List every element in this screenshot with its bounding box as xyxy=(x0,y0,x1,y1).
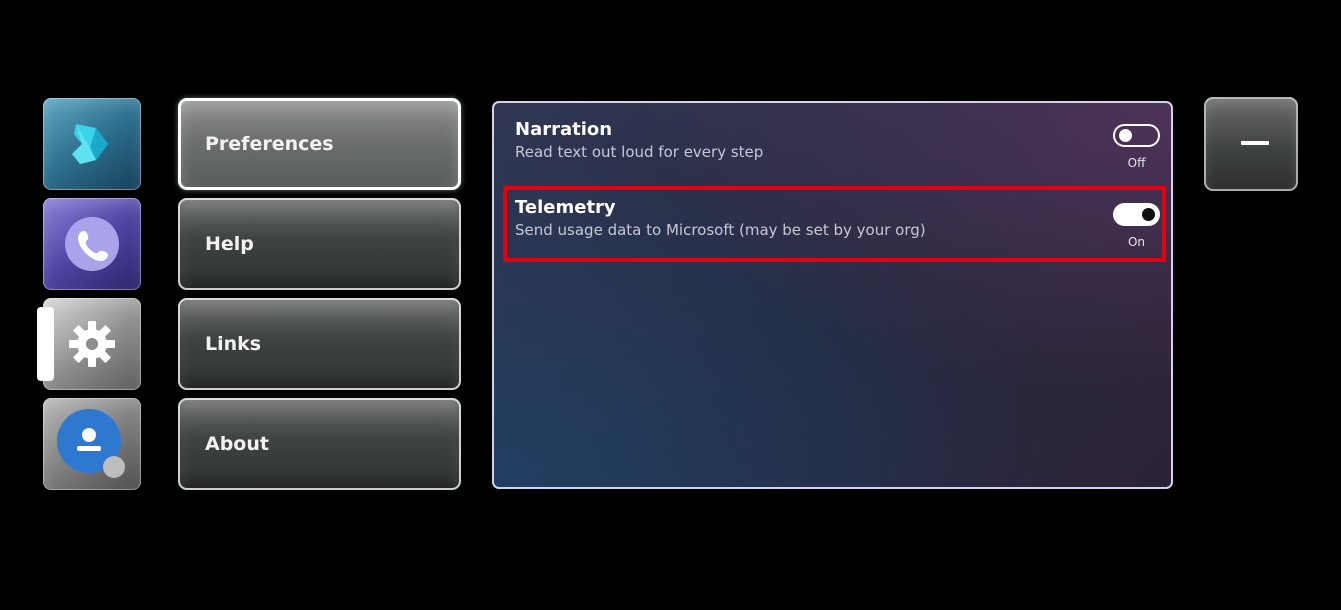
narration-toggle[interactable] xyxy=(1113,124,1160,147)
menu-item-label: Preferences xyxy=(205,133,334,155)
preferences-panel: Narration Read text out loud for every s… xyxy=(492,101,1173,489)
menu-item-label: About xyxy=(205,433,269,455)
minimize-icon xyxy=(1241,141,1269,145)
phone-app-tile[interactable] xyxy=(43,198,141,290)
menu-item-help[interactable]: Help xyxy=(178,198,461,290)
minimize-button[interactable] xyxy=(1204,97,1298,191)
narration-description: Read text out loud for every step xyxy=(515,143,764,161)
active-app-indicator xyxy=(37,307,54,381)
menu-item-label: Help xyxy=(205,233,254,255)
menu-item-links[interactable]: Links xyxy=(178,298,461,390)
menu-item-label: Links xyxy=(205,333,262,355)
settings-app-tile[interactable] xyxy=(43,298,141,390)
phone-icon xyxy=(43,198,141,290)
telemetry-title: Telemetry xyxy=(515,197,616,218)
dynamics-app-tile[interactable] xyxy=(43,98,141,190)
profile-app-tile[interactable] xyxy=(43,398,141,490)
toggle-knob xyxy=(1142,208,1155,221)
menu-item-preferences[interactable]: Preferences xyxy=(178,98,461,190)
menu-item-about[interactable]: About xyxy=(178,398,461,490)
narration-title: Narration xyxy=(515,119,613,140)
profile-icon xyxy=(43,398,141,490)
toggle-knob xyxy=(1119,129,1132,142)
telemetry-toggle-state: On xyxy=(1127,235,1146,249)
telemetry-description: Send usage data to Microsoft (may be set… xyxy=(515,221,926,239)
narration-toggle-state: Off xyxy=(1127,156,1146,170)
dynamics-365-logo-icon xyxy=(43,98,141,190)
settings-gear-icon xyxy=(43,298,141,390)
telemetry-toggle[interactable] xyxy=(1113,203,1160,226)
